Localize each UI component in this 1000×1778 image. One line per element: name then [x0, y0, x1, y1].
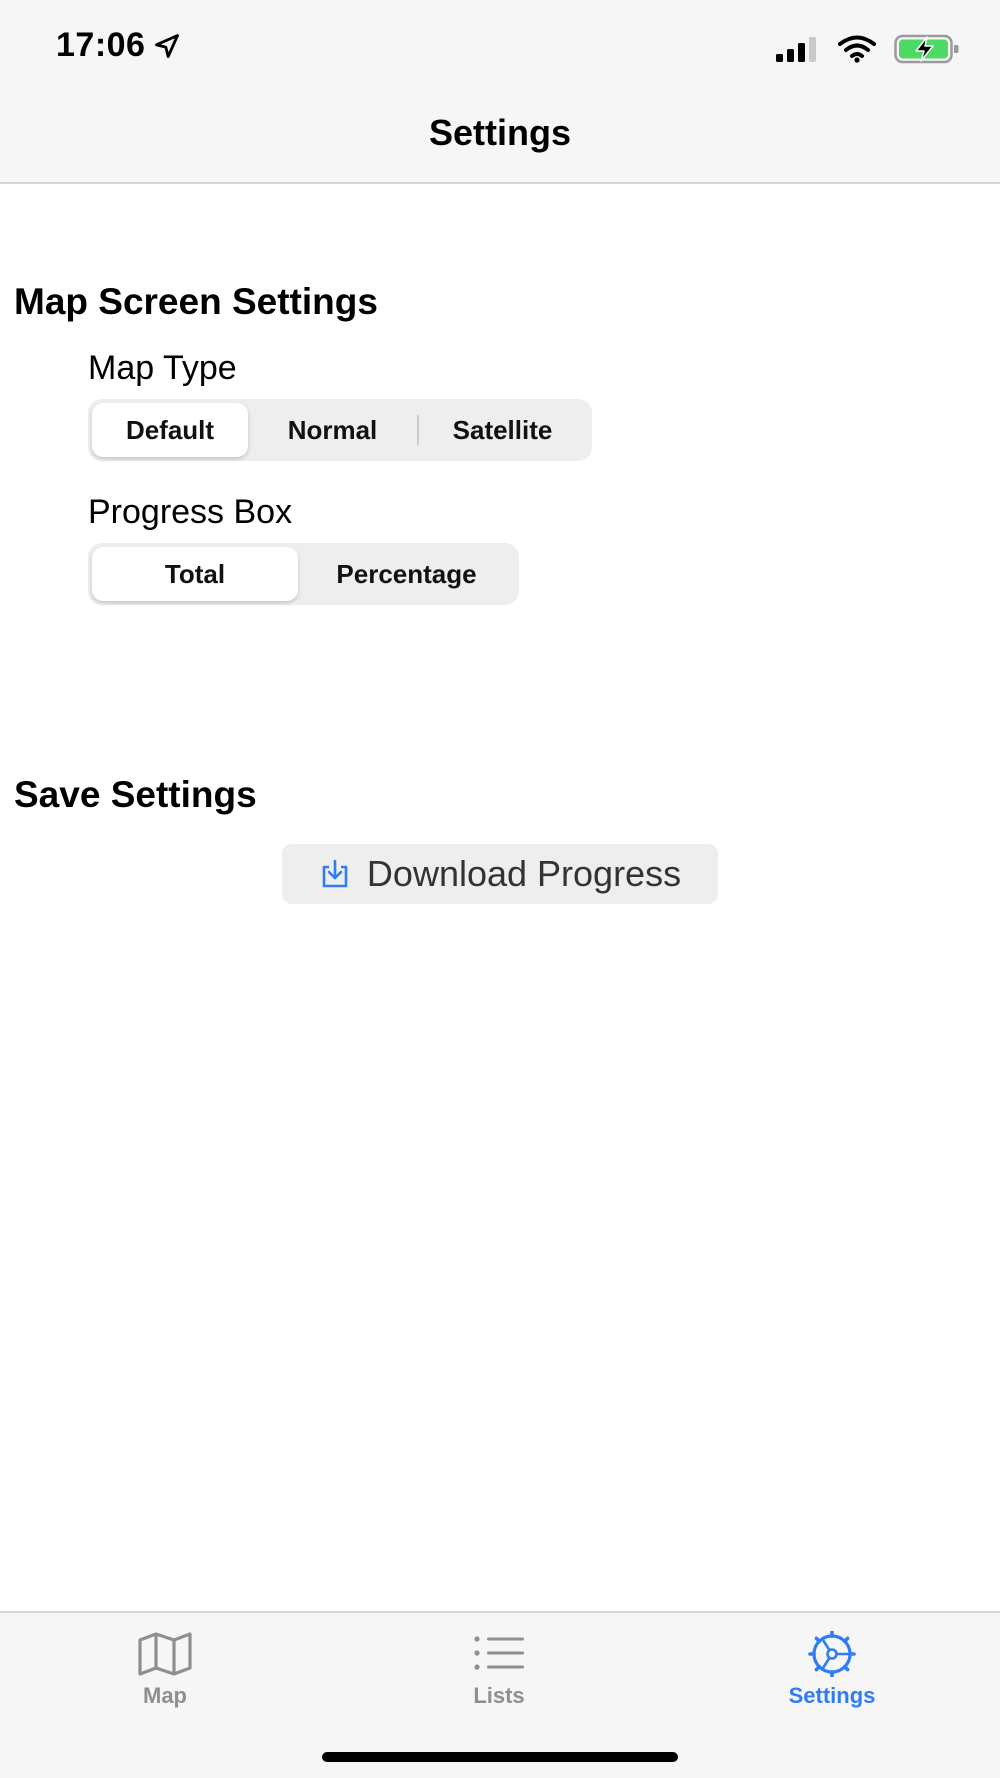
status-indicators [776, 34, 960, 64]
save-settings-heading: Save Settings [14, 774, 257, 815]
tab-map-label: Map [143, 1683, 187, 1708]
map-type-segmented-control: Default Normal Satellite [88, 399, 592, 461]
map-icon [138, 1632, 192, 1676]
settings-screen: 17:06 Settings Map Screen Settings Map T… [0, 0, 1000, 1778]
tab-map[interactable]: Map [75, 1631, 255, 1709]
location-arrow-icon [155, 33, 180, 58]
wifi-icon [838, 35, 876, 63]
map-type-option-satellite[interactable]: Satellite [419, 403, 586, 457]
progress-box-option-percentage[interactable]: Percentage [298, 547, 515, 601]
status-time-text: 17:06 [56, 26, 146, 64]
map-type-label: Map Type [88, 349, 237, 387]
tab-lists-label: Lists [473, 1683, 525, 1708]
map-type-option-normal[interactable]: Normal [248, 403, 417, 457]
page-title: Settings [428, 112, 571, 153]
progress-box-label: Progress Box [88, 493, 293, 531]
tab-bar: Map Lists Settings [0, 1611, 1000, 1778]
tab-settings-label: Settings [788, 1683, 876, 1708]
progress-box-option-total[interactable]: Total [92, 547, 298, 601]
top-bar: 17:06 Settings [0, 0, 1000, 184]
tab-lists[interactable]: Lists [409, 1631, 589, 1709]
map-screen-settings-heading: Map Screen Settings [14, 281, 378, 322]
home-indicator[interactable] [322, 1752, 678, 1762]
download-tray-icon [322, 859, 348, 888]
status-time: 17:06 [56, 26, 181, 65]
battery-charging-icon [894, 34, 959, 64]
download-progress-label: Download Progress [366, 853, 682, 894]
tab-settings[interactable]: Settings [742, 1631, 922, 1709]
download-progress-button[interactable]: Download Progress [282, 844, 718, 904]
progress-box-segmented-control: Total Percentage [88, 543, 519, 605]
list-icon [474, 1636, 524, 1670]
settings-gear-icon [808, 1631, 856, 1677]
map-type-option-default[interactable]: Default [92, 403, 248, 457]
cellular-signal-icon [776, 37, 816, 62]
